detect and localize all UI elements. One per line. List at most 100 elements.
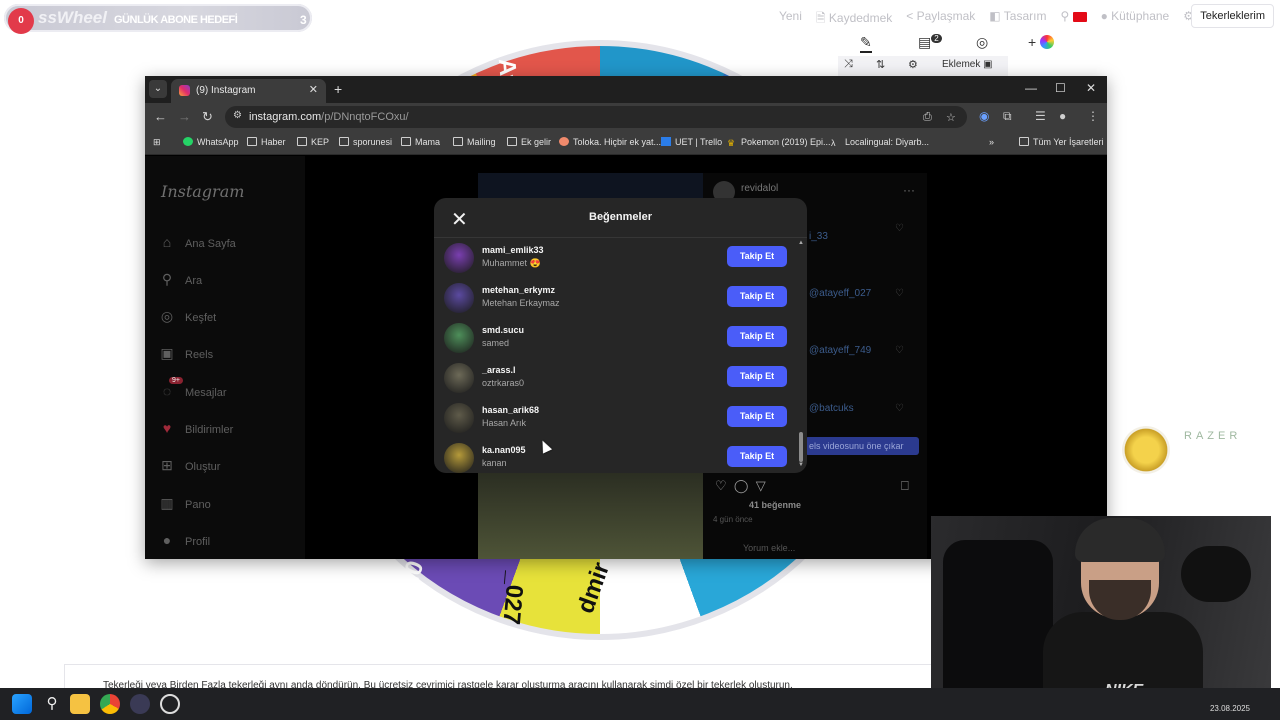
chrome-icon[interactable] xyxy=(100,694,120,714)
close-tab-icon[interactable]: ✕ xyxy=(309,83,318,96)
tab-instagram[interactable]: (9) Instagram ✕ xyxy=(171,79,326,103)
boost-reel-button[interactable]: els videosunu öne çıkar xyxy=(805,437,919,455)
menu-library[interactable]: ● Kütüphane xyxy=(1101,9,1170,30)
sort-icon[interactable]: ⇅ xyxy=(876,58,885,71)
new-tab-button[interactable]: + xyxy=(334,81,342,97)
notes-icon[interactable]: ▤ 2 xyxy=(918,34,942,51)
reload-icon[interactable]: ↻ xyxy=(202,109,213,125)
liker-avatar[interactable] xyxy=(444,283,474,313)
liker-avatar[interactable] xyxy=(444,443,474,473)
share-icon[interactable]: ▽ xyxy=(756,478,766,493)
follow-button[interactable]: Takip Et xyxy=(727,406,787,427)
menu-design[interactable]: ◧ Tasarım xyxy=(989,9,1046,30)
bookmark-mama[interactable]: Mama xyxy=(401,137,440,147)
comment-like-icon[interactable]: ♡ xyxy=(895,288,904,299)
more-bookmarks-icon[interactable]: » xyxy=(989,137,994,147)
obs-icon[interactable] xyxy=(130,694,150,714)
search-icon[interactable]: ⚲ xyxy=(42,694,62,714)
bookmark-localingual[interactable]: λ Localingual: Diyarb... xyxy=(831,137,929,148)
bookmark-mailing[interactable]: Mailing xyxy=(453,137,496,147)
liker-username[interactable]: ka.nan095 xyxy=(482,445,526,455)
save-post-icon[interactable]: ⎕ xyxy=(901,478,909,494)
liker-username[interactable]: mami_emlik33 xyxy=(482,245,544,255)
bookmark-sporunesi[interactable]: sporunesi xyxy=(339,137,392,147)
my-wheels-button[interactable]: Tekerleklerim xyxy=(1191,4,1274,28)
profile-avatar[interactable]: ● xyxy=(1059,109,1066,123)
follow-button[interactable]: Takip Et xyxy=(727,366,787,387)
nav-profile[interactable]: ● Profil xyxy=(159,532,210,552)
add-color-icon[interactable]: + xyxy=(1028,34,1055,50)
file-explorer-icon[interactable] xyxy=(70,694,90,714)
scroll-down-icon[interactable]: ▼ xyxy=(798,462,804,468)
tab-search-button[interactable]: ⌄ xyxy=(149,80,167,98)
install-app-icon[interactable]: ⎙ xyxy=(923,111,932,124)
nav-home[interactable]: ⌂ Ana Sayfa xyxy=(159,234,236,254)
liker-avatar[interactable] xyxy=(444,323,474,353)
bookmark-trello[interactable]: UET | Trello xyxy=(661,137,722,147)
address-bar[interactable]: ⚙ instagram.com/p/DNnqtoFCOxu/ ⎙ ☆ xyxy=(225,106,967,128)
instagram-sidebar: Instagram ⌂ Ana Sayfa ⚲ Ara ◎ Keşfet ▣ Reels… xyxy=(145,156,305,559)
app-icon[interactable] xyxy=(160,694,180,714)
comment-like-icon[interactable]: ♡ xyxy=(895,345,904,356)
liker-username[interactable]: smd.sucu xyxy=(482,325,524,335)
add-comment-input[interactable]: Yorum ekle... xyxy=(743,543,795,553)
more-options-icon[interactable]: ··· xyxy=(903,183,915,197)
follow-button[interactable]: Takip Et xyxy=(727,286,787,307)
bookmark-ek-gelir[interactable]: Ek gelir xyxy=(507,137,551,147)
follow-button[interactable]: Takip Et xyxy=(727,246,787,267)
reading-list-icon[interactable]: ☰ xyxy=(1035,109,1046,123)
comment-icon[interactable]: ◯ xyxy=(734,478,749,493)
browser-menu-icon[interactable]: ⋮ xyxy=(1087,109,1099,123)
post-author[interactable]: revidalol xyxy=(741,183,778,194)
comment-like-icon[interactable]: ♡ xyxy=(895,223,904,234)
forward-icon[interactable]: → xyxy=(178,109,191,124)
hide-eye-icon[interactable]: ◎ xyxy=(976,34,988,51)
windows-start-icon[interactable] xyxy=(12,694,32,714)
gear-icon[interactable]: ⚙ xyxy=(908,58,918,71)
like-icon[interactable]: ♡ xyxy=(715,478,727,493)
liker-username[interactable]: _arass.l xyxy=(482,365,516,375)
extensions-puzzle-icon[interactable]: ⧉ xyxy=(1003,109,1012,124)
liker-username[interactable]: hasan_arik68 xyxy=(482,405,539,415)
follow-button[interactable]: Takip Et xyxy=(727,446,787,467)
menu-new[interactable]: Yeni xyxy=(779,9,802,30)
nav-dashboard[interactable]: ▥ Pano xyxy=(159,495,210,515)
bookmark-toloka[interactable]: Toloka. Hiçbir ek yat... xyxy=(559,137,661,147)
instagram-logo[interactable]: Instagram xyxy=(161,182,244,201)
follow-button[interactable]: Takip Et xyxy=(727,326,787,347)
scroll-thumb[interactable] xyxy=(799,432,803,462)
comment-like-icon[interactable]: ♡ xyxy=(895,403,904,414)
nav-search[interactable]: ⚲ Ara xyxy=(159,271,202,291)
all-bookmarks[interactable]: Tüm Yer İşaretleri xyxy=(1019,137,1104,147)
likes-count[interactable]: 41 beğenme xyxy=(749,500,801,510)
bookmark-star-icon[interactable]: ☆ xyxy=(946,111,956,124)
liker-username[interactable]: metehan_erkymz xyxy=(482,285,555,295)
scroll-up-icon[interactable]: ▲ xyxy=(798,240,804,246)
scrollbar[interactable]: ▲ ▼ xyxy=(798,240,804,471)
nav-create[interactable]: ⊞ Oluştur xyxy=(159,457,220,477)
nav-explore[interactable]: ◎ Keşfet xyxy=(159,308,216,328)
bookmark-kep[interactable]: KEP xyxy=(297,137,329,147)
menu-save[interactable]: 🗎 Kaydedmek xyxy=(816,9,892,30)
close-window-icon[interactable]: ✕ xyxy=(1086,81,1096,95)
bookmark-whatsapp[interactable]: WhatsApp xyxy=(183,137,239,147)
extension-icon[interactable]: ◉ xyxy=(979,109,989,123)
nav-messages[interactable]: ◌ 9+ Mesajlar xyxy=(159,377,227,403)
liker-avatar[interactable] xyxy=(444,363,474,393)
liker-avatar[interactable] xyxy=(444,243,474,273)
language-flag-icon[interactable]: ⚲ xyxy=(1060,9,1087,30)
shuffle-icon[interactable]: ⤨ xyxy=(844,58,853,71)
maximize-icon[interactable]: ☐ xyxy=(1055,81,1066,95)
minimize-icon[interactable]: — xyxy=(1025,81,1037,95)
nav-notifications[interactable]: ♥ Bildirimler xyxy=(159,420,233,440)
menu-share[interactable]: < Paylaşmak xyxy=(906,9,975,30)
pencil-icon[interactable]: ✎ xyxy=(860,34,872,53)
nav-reels[interactable]: ▣ Reels xyxy=(159,345,213,365)
back-icon[interactable]: ← xyxy=(154,109,167,124)
bookmark-haber[interactable]: Haber xyxy=(247,137,286,147)
liker-avatar[interactable] xyxy=(444,403,474,433)
site-info-icon[interactable]: ⚙ xyxy=(233,110,242,121)
apps-grid-icon[interactable]: ⊞ xyxy=(153,137,161,148)
add-button[interactable]: Eklemek ▣ xyxy=(942,59,993,70)
bookmark-pokemon[interactable]: ♛ Pokemon (2019) Epi... xyxy=(727,137,831,148)
